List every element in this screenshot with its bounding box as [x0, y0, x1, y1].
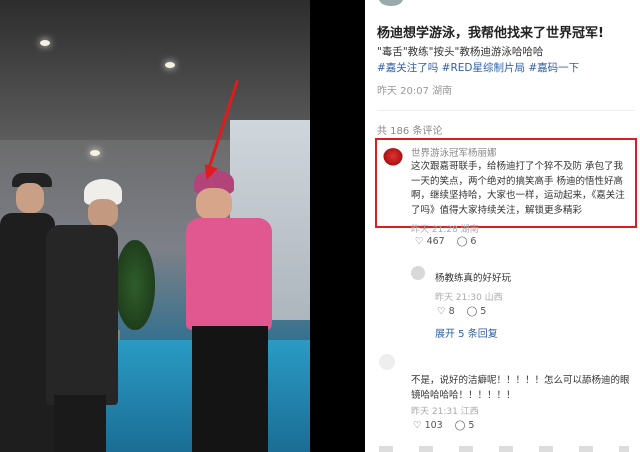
video-frame[interactable] — [0, 0, 310, 452]
reply-button[interactable]: ◯ 5 — [455, 420, 475, 431]
reply-count: 6 — [470, 236, 477, 247]
comment-text: 这次跟嘉哥联手，给杨迪打了个猝不及防 承包了我一天的笑点，两个绝对的搞笑高手 杨… — [411, 161, 625, 216]
comment-actions: ♡ 467 ◯ 6 — [415, 236, 476, 247]
tag-link[interactable]: #RED星综制片局 — [442, 62, 525, 74]
comment-count: 共 186 条评论 — [377, 126, 443, 137]
commenter-avatar[interactable] — [383, 148, 403, 168]
expand-replies-link[interactable]: 展开 5 条回复 — [435, 325, 498, 340]
post-text: "毒舌"教练"按头"教杨迪游泳哈哈哈 — [377, 46, 544, 58]
ceiling-light — [90, 150, 100, 156]
divider — [377, 110, 635, 111]
ceiling — [0, 0, 310, 140]
black-margin — [310, 0, 365, 452]
comment-text: 不是，说好的洁癖呢！！！！！怎么可以舔杨迪的眼镜哈哈哈哈！！！！！！ — [411, 375, 630, 401]
comment-actions: ♡ 103 ◯ 5 — [413, 420, 474, 431]
comment-icon: ◯ — [466, 306, 478, 317]
comment-meta: 昨天 21:31 江西 — [411, 407, 479, 417]
comment-meta: 昨天 21:30 山西 — [435, 293, 503, 303]
ceiling-light — [40, 40, 50, 46]
tag-link[interactable]: #嘉关注了吗 — [377, 62, 438, 74]
comment-meta: 昨天 21:28 湖南 — [411, 225, 479, 235]
person-white-cap — [40, 175, 122, 452]
comment-text: 杨教练真的好好玩 — [435, 273, 512, 284]
post-tags: #嘉关注了吗 #RED星综制片局 #嘉码一下 — [377, 60, 635, 76]
post-panel: 杨迪想学游泳，我帮他找来了世界冠军! "毒舌"教练"按头"教杨迪游泳哈哈哈 #嘉… — [365, 0, 640, 452]
like-count: 103 — [424, 420, 443, 431]
post-body: "毒舌"教练"按头"教杨迪游泳哈哈哈 #嘉关注了吗 #RED星综制片局 #嘉码一… — [377, 44, 635, 76]
reply-button[interactable]: ◯ 6 — [457, 236, 477, 247]
heart-icon: ♡ — [413, 420, 422, 431]
heart-icon: ♡ — [415, 236, 424, 247]
commenter-avatar[interactable] — [379, 354, 395, 370]
reply-count: 5 — [468, 420, 475, 431]
like-button[interactable]: ♡ 8 — [437, 306, 455, 317]
potted-plant — [115, 240, 155, 330]
comment-icon: ◯ — [454, 420, 466, 431]
post-title: 杨迪想学游泳，我帮他找来了世界冠军! — [377, 26, 604, 41]
like-count: 467 — [426, 236, 445, 247]
commenter-avatar[interactable] — [411, 266, 425, 280]
ceiling-light — [165, 62, 175, 68]
heart-icon: ♡ — [437, 306, 446, 317]
person-pink-cap — [180, 168, 280, 452]
author-avatar[interactable] — [379, 0, 403, 6]
reply-count: 5 — [480, 306, 487, 317]
comment-actions: ♡ 8 ◯ 5 — [437, 306, 486, 317]
comment-username[interactable]: 世界游泳冠军杨丽娜 — [411, 145, 497, 159]
partial-row — [379, 446, 629, 452]
comment-icon: ◯ — [456, 236, 468, 247]
like-count: 8 — [448, 306, 455, 317]
reply-button[interactable]: ◯ 5 — [467, 306, 487, 317]
like-button[interactable]: ♡ 103 — [413, 420, 443, 431]
tag-link[interactable]: #嘉码一下 — [528, 62, 579, 74]
post-meta: 昨天 20:07 湖南 — [377, 86, 453, 97]
like-button[interactable]: ♡ 467 — [415, 236, 445, 247]
